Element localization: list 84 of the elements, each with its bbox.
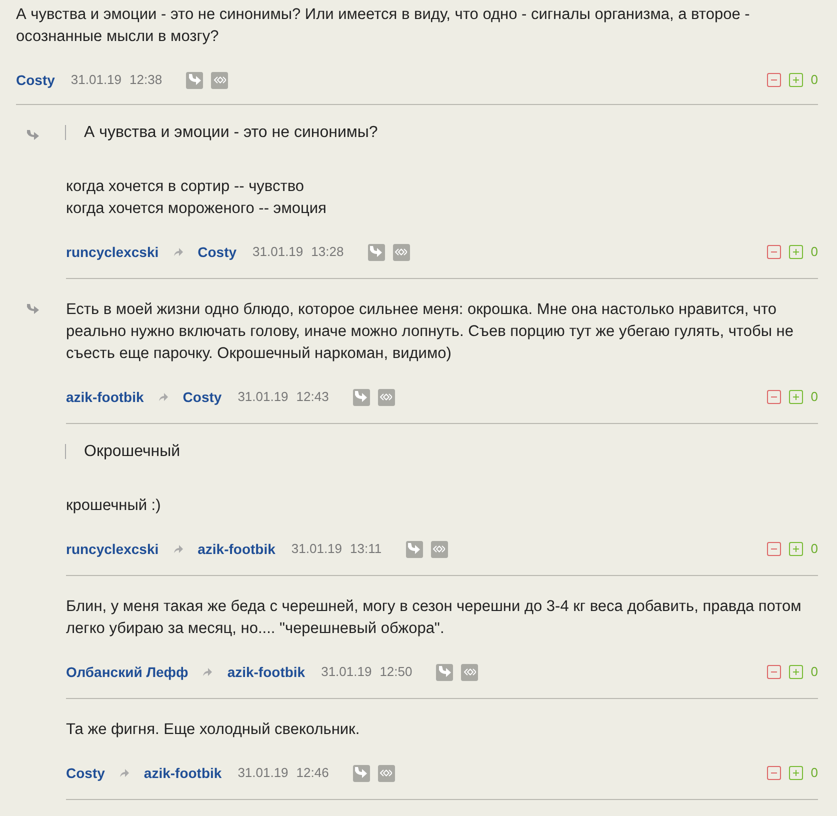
comment-text: Есть в моей жизни одно блюдо, которое сильнее меня: окрошка. Мне она настолько нравится, что реально нужно включать голову, иначе можно лопнуть. Съев порцию тут же убегаю гулять, чтобы не съесть еще парочку. Окрошечный наркоман, видимо) (66, 300, 794, 364)
score-count: 0 (810, 663, 818, 682)
quote-marks-icon (380, 393, 392, 401)
comment-date: 31.01.19 (252, 243, 304, 262)
author-link[interactable]: runcyclexcski (66, 538, 159, 560)
reply-arrow-icon (436, 664, 453, 680)
quote-marks-icon (380, 769, 392, 777)
comment-text: крошечный :) (66, 496, 162, 516)
author-link[interactable]: azik-footbik (198, 538, 276, 560)
reply-arrow-icon (186, 72, 203, 88)
quote-text: А чувства и эмоции - это не синонимы? (65, 125, 818, 140)
score-count: 0 (810, 540, 818, 558)
comment-time: 13:11 (350, 540, 382, 558)
reply-button[interactable] (406, 540, 423, 558)
comment-time: 12:38 (130, 71, 162, 90)
quote-button[interactable] (211, 72, 228, 88)
vote-down-button[interactable] (766, 245, 781, 259)
author-link[interactable]: Costy (182, 386, 222, 408)
comment-date: 31.01.19 (291, 540, 342, 558)
vote-up-button[interactable] (788, 542, 803, 556)
comment-text: А чувства и эмоции - это не синонимы? Или имеется в виду, что одно - сигналы организма, а второе - осознанные мысли в мозгу? (16, 5, 751, 47)
comment-date: 31.01.19 (70, 71, 122, 90)
vote-down-button[interactable] (766, 390, 781, 404)
quote-text: Окрошечный (65, 444, 818, 459)
quote-marks-icon (464, 668, 476, 676)
vote-down-button[interactable] (766, 542, 781, 556)
plus-icon (792, 668, 800, 676)
reply-arrow-icon (406, 541, 422, 557)
quote-button[interactable] (378, 388, 395, 406)
author-link[interactable]: Олбанский Лефф (66, 662, 188, 682)
vote-down-button[interactable] (766, 665, 781, 679)
score-count: 0 (810, 764, 818, 782)
quote-marks-icon (214, 76, 226, 84)
reply-button[interactable] (352, 388, 370, 406)
reply-button[interactable] (368, 244, 385, 260)
comment-text: когда хочется в сортир -- чувство когда хочется мороженого -- эмоция (66, 177, 328, 219)
author-link[interactable]: Costy (16, 70, 55, 90)
reply-to-arrow-icon (158, 392, 169, 402)
plus-icon (792, 248, 800, 256)
plus-icon (792, 393, 800, 401)
comment-time: 12:50 (380, 663, 412, 682)
comment-time: 12:46 (296, 764, 329, 782)
author-link[interactable]: Costy (66, 762, 105, 784)
comment-text: Та же фигня. Еще холодный свекольник. (66, 720, 361, 740)
score-count: 0 (810, 388, 818, 406)
author-link[interactable]: azik-footbik (144, 762, 222, 784)
plus-icon (792, 769, 800, 777)
quote-button[interactable] (392, 244, 410, 260)
vote-up-button[interactable] (788, 390, 803, 404)
reply-to-arrow-icon (172, 247, 184, 257)
plus-icon (792, 76, 800, 84)
score-count: 0 (810, 71, 818, 90)
reply-to-arrow-icon (202, 667, 214, 677)
comment-date: 31.01.19 (238, 388, 288, 406)
score-count: 0 (810, 243, 818, 262)
reply-button[interactable] (186, 72, 204, 88)
reply-to-arrow-icon (118, 768, 130, 778)
reply-arrow-icon (353, 765, 370, 781)
comment-time: 13:28 (311, 243, 344, 262)
vote-up-button[interactable] (788, 665, 803, 679)
quote-marks-icon (395, 248, 408, 256)
vote-up-button[interactable] (788, 766, 803, 780)
plus-icon (792, 545, 800, 553)
vote-up-button[interactable] (788, 73, 803, 87)
quote-button[interactable] (461, 664, 478, 680)
author-link[interactable]: runcyclexcski (66, 242, 159, 262)
author-link[interactable]: Costy (198, 242, 237, 262)
reply-button[interactable] (352, 764, 370, 782)
author-link[interactable]: azik-footbik (66, 386, 144, 408)
vote-down-button[interactable] (766, 73, 781, 87)
reply-arrow-icon (353, 389, 370, 405)
comment-text: Блин, у меня такая же беда с черешней, могу в сезон черешни до 3-4 кг веса добавить, правда потом легко убираю за месяц, но.... "черешневый обжора". (66, 597, 802, 639)
quote-button[interactable] (378, 764, 395, 782)
comment-time: 12:43 (296, 388, 329, 406)
reply-button[interactable] (436, 664, 454, 680)
vote-up-button[interactable] (788, 245, 803, 259)
reply-to-arrow-icon (172, 544, 184, 554)
comment-date: 31.01.19 (321, 663, 372, 682)
quote-marks-icon (433, 545, 446, 553)
author-link[interactable]: azik-footbik (227, 662, 306, 682)
reply-arrow-icon (368, 244, 384, 260)
quote-button[interactable] (430, 540, 448, 558)
vote-down-button[interactable] (766, 766, 781, 780)
comment-date: 31.01.19 (238, 764, 288, 782)
